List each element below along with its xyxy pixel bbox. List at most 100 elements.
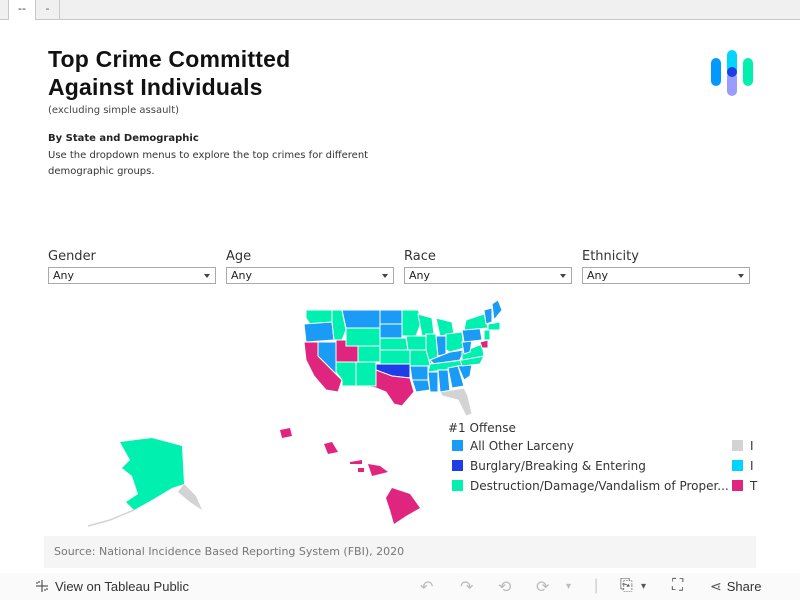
share-label: Share <box>726 579 762 594</box>
state-sd <box>379 323 403 339</box>
legend-label: T <box>750 479 758 493</box>
download-icon[interactable]: ⎘ <box>620 577 633 595</box>
tableau-icon <box>36 580 48 592</box>
state-oh <box>445 331 465 353</box>
hi-big-island <box>386 488 420 524</box>
swatch <box>452 440 463 451</box>
state-al <box>437 369 451 393</box>
hi-oahu <box>324 442 338 454</box>
toolbar-divider: | <box>594 577 599 594</box>
state-co <box>357 345 381 363</box>
chevron-down-icon <box>738 274 744 278</box>
state-wy <box>345 327 381 347</box>
tab-1[interactable]: -- <box>8 0 36 20</box>
race-filter: Race Any <box>404 249 572 284</box>
view-on-tableau-label: View on Tableau Public <box>55 578 189 594</box>
state-wi <box>417 313 435 337</box>
legend-item-6[interactable]: T <box>728 476 757 496</box>
ethnicity-dropdown[interactable]: Any <box>582 267 750 284</box>
undo-icon[interactable]: ↶ <box>420 577 433 597</box>
page-title: Top Crime Committed Against Individuals <box>48 45 290 101</box>
legend-item-larceny[interactable]: All Other Larceny <box>448 436 574 456</box>
chevron-down-icon <box>560 274 566 278</box>
state-ma-ct-ri <box>487 321 501 331</box>
redo-icon[interactable]: ↷ <box>460 577 473 597</box>
ethnicity-label: Ethnicity <box>582 249 639 264</box>
subtitle: (excluding simple assault) <box>48 105 180 116</box>
state-ak <box>120 438 184 510</box>
state-mt <box>341 309 381 329</box>
share-icon: ⋖ <box>710 578 722 594</box>
state-ia <box>405 335 427 351</box>
state-me <box>491 300 503 322</box>
description: Use the dropdown menus to explore the to… <box>48 150 369 177</box>
legend-label: I <box>750 459 754 473</box>
state-or <box>303 321 335 343</box>
ethnicity-value: Any <box>587 269 609 282</box>
download-dropdown-icon[interactable]: ▾ <box>641 581 646 592</box>
refresh-dropdown-icon[interactable]: ▾ <box>566 581 571 592</box>
age-value: Any <box>231 269 253 282</box>
swatch <box>452 460 463 471</box>
race-label: Race <box>404 249 436 264</box>
age-filter: Age Any <box>226 249 394 284</box>
state-nj <box>483 329 491 341</box>
legend-label: All Other Larceny <box>470 439 574 453</box>
swatch <box>732 480 743 491</box>
legend-item-5[interactable]: I <box>728 456 754 476</box>
tab-bar: -- - <box>0 0 800 20</box>
refresh-icon[interactable]: ⟳ <box>536 577 549 597</box>
state-ms <box>427 371 439 393</box>
legend-title: #1 Offense <box>448 421 516 435</box>
share-button[interactable]: ⋖ Share <box>710 578 761 595</box>
legend-item-4[interactable]: I <box>728 436 754 456</box>
chevron-down-icon <box>204 274 210 278</box>
state-ne <box>379 337 409 351</box>
hi-kauai <box>280 428 292 438</box>
state-nd <box>379 309 403 325</box>
gender-value: Any <box>53 269 75 282</box>
ethnicity-filter: Ethnicity Any <box>582 249 750 284</box>
age-label: Age <box>226 249 252 264</box>
hi-molokai <box>350 460 362 464</box>
gender-filter: Gender Any <box>48 249 216 284</box>
gender-label: Gender <box>48 249 96 264</box>
state-md <box>479 339 489 349</box>
ak-panhandle <box>178 484 202 510</box>
legend-label: I <box>750 439 754 453</box>
swatch <box>732 440 743 451</box>
tab-2[interactable]: - <box>36 0 60 19</box>
age-dropdown[interactable]: Any <box>226 267 394 284</box>
view-on-tableau-link[interactable]: View on Tableau Public <box>34 578 189 594</box>
tableau-toolbar: View on Tableau Public ↶ ↷ ⟲ ⟳ ▾ | ⎘ ▾ ⛶… <box>0 573 800 600</box>
race-dropdown[interactable]: Any <box>404 267 572 284</box>
ak-aleutians <box>87 509 135 527</box>
legend-label: Destruction/Damage/Vandalism of Proper..… <box>470 479 729 493</box>
state-in <box>435 335 447 357</box>
revert-icon[interactable]: ⟲ <box>498 577 511 597</box>
legend-item-vandalism[interactable]: Destruction/Damage/Vandalism of Proper..… <box>448 476 729 496</box>
title-line-2: Against Individuals <box>48 74 263 100</box>
gender-dropdown[interactable]: Any <box>48 267 216 284</box>
state-fl <box>439 387 473 417</box>
state-vt-nh <box>483 307 493 325</box>
fullscreen-icon[interactable]: ⛶ <box>672 577 683 595</box>
swatch <box>732 460 743 471</box>
legend: #1 Offense All Other Larceny Burglary/Br… <box>448 420 758 500</box>
state-la <box>411 379 431 393</box>
logo-icon <box>711 50 753 96</box>
chevron-down-icon <box>382 274 388 278</box>
state-ks <box>379 349 411 365</box>
state-nm <box>355 361 377 387</box>
swatch <box>452 480 463 491</box>
hi-maui <box>368 464 388 476</box>
hi-lanai <box>358 468 364 472</box>
title-line-1: Top Crime Committed <box>48 46 291 72</box>
section-title: By State and Demographic <box>48 133 199 144</box>
source-note: Source: National Incidence Based Reporti… <box>44 536 756 568</box>
state-ar <box>409 365 429 381</box>
legend-label: Burglary/Breaking & Entering <box>470 459 646 473</box>
state-ny <box>463 313 489 331</box>
legend-item-burglary[interactable]: Burglary/Breaking & Entering <box>448 456 646 476</box>
race-value: Any <box>409 269 431 282</box>
